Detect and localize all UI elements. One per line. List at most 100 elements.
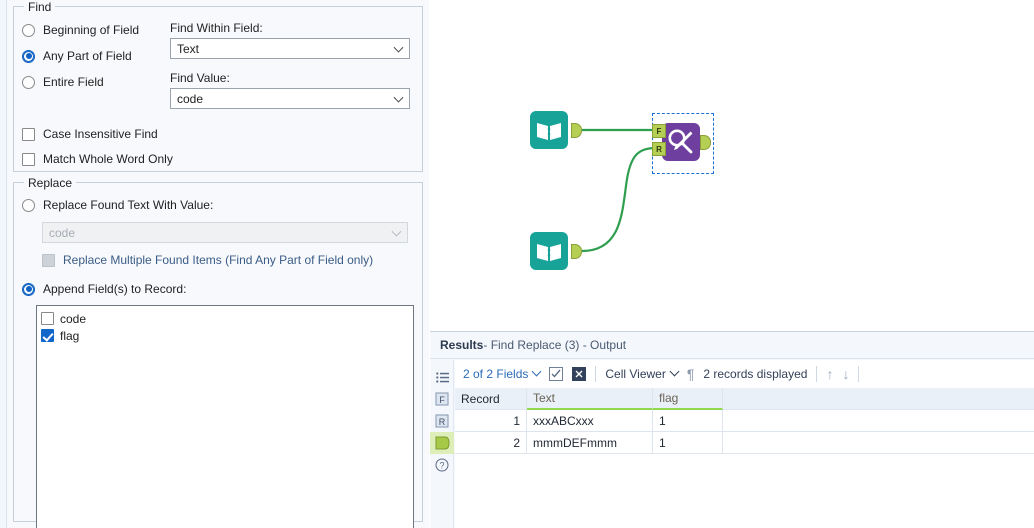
cell-text: mmmDEFmmm <box>527 432 653 454</box>
scroll-up-button[interactable]: ↑ <box>826 366 833 382</box>
help-icon[interactable]: ? <box>430 454 454 476</box>
listbox-item-code[interactable]: code <box>41 310 409 327</box>
radio-replace-found-text[interactable]: Replace Found Text With Value: <box>22 194 414 216</box>
cell-flag: 1 <box>653 410 723 432</box>
anchor-r-icon[interactable]: R <box>430 410 454 432</box>
node-find-replace[interactable]: F R <box>652 123 711 161</box>
table-row[interactable]: 2 mmmDEFmmm 1 <box>455 432 1034 454</box>
find-within-field-value: Text <box>177 41 200 56</box>
radio-entire-field[interactable]: Entire Field <box>22 71 170 93</box>
input-anchor-f[interactable]: F <box>652 124 666 138</box>
find-replace-icon <box>662 123 700 161</box>
results-subtitle: - Find Replace (3) - Output <box>483 338 627 352</box>
cell-viewer-selector[interactable]: Cell Viewer <box>605 366 680 381</box>
records-displayed-label: 2 records displayed <box>703 366 808 381</box>
scroll-down-button[interactable]: ↓ <box>842 366 849 382</box>
checkbox-match-whole-word-only[interactable]: Match Whole Word Only <box>22 148 414 170</box>
toolbar-separator <box>858 365 860 382</box>
checkbox-indicator <box>41 329 54 342</box>
node-text-input-2[interactable] <box>530 232 582 270</box>
column-header-flag[interactable]: flag <box>653 388 723 410</box>
find-value-combo[interactable]: code <box>170 88 410 109</box>
cell-flag: 1 <box>653 432 723 454</box>
alteryx-designer-window: Find Beginning of Field Any Part of Fiel… <box>0 0 1034 528</box>
cell-viewer-label: Cell Viewer <box>605 366 666 381</box>
checkbox-indicator <box>22 152 35 166</box>
find-within-field-label: Find Within Field: <box>170 21 263 35</box>
connection-2 <box>581 146 659 253</box>
replace-value-value: code <box>49 225 76 240</box>
grid-row-filler <box>723 410 1034 432</box>
radio-label: Append Field(s) to Record: <box>43 282 187 296</box>
append-fields-listbox[interactable]: code flag <box>36 305 414 528</box>
anchor-r-label: R <box>656 144 662 154</box>
anchor-f-glyph: F <box>435 392 449 406</box>
panel-edge-strip <box>0 0 7 528</box>
checkbox-case-insensitive-find[interactable]: Case Insensitive Find <box>22 123 414 145</box>
chevron-down-icon <box>393 42 404 53</box>
find-group-legend: Find <box>24 0 56 14</box>
anchor-f-icon[interactable]: F <box>430 388 454 410</box>
grid-header-row: Record Text flag <box>455 388 1034 410</box>
radio-label: Any Part of Field <box>43 49 132 63</box>
listbox-item-flag[interactable]: flag <box>41 327 409 344</box>
column-header-record[interactable]: Record <box>455 388 527 410</box>
radio-any-part-of-field[interactable]: Any Part of Field <box>22 45 170 67</box>
checkbox-replace-multiple-found-items: Replace Multiple Found Items (Find Any P… <box>42 249 414 271</box>
find-radio-column: Beginning of Field Any Part of Field Ent… <box>22 19 170 109</box>
chevron-down-icon <box>669 366 680 377</box>
chevron-down-icon <box>391 226 402 237</box>
fields-selector[interactable]: 2 of 2 Fields <box>463 366 542 381</box>
radio-beginning-of-field[interactable]: Beginning of Field <box>22 19 170 41</box>
checkbox-glyph <box>551 369 561 378</box>
configuration-panel-body: Find Beginning of Field Any Part of Fiel… <box>7 0 429 528</box>
radio-indicator <box>22 49 35 63</box>
find-columns: Beginning of Field Any Part of Field Ent… <box>22 19 414 109</box>
table-row[interactable]: 1 xxxABCxxx 1 <box>455 410 1034 432</box>
find-fields-column: Find Within Field: Text Find Value: code <box>170 19 414 109</box>
radio-append-fields-to-record[interactable]: Append Field(s) to Record: <box>22 278 414 300</box>
radio-label: Entire Field <box>43 75 104 89</box>
listbox-item-label: code <box>60 311 87 326</box>
deselect-all-fields-icon[interactable] <box>572 366 587 381</box>
listbox-item-label: flag <box>60 328 80 343</box>
text-input-glyph <box>537 243 561 261</box>
pilcrow-icon[interactable]: ¶ <box>687 366 695 382</box>
grid-header-filler <box>723 388 1034 410</box>
results-title: Results <box>440 338 484 352</box>
radio-label: Beginning of Field <box>43 23 140 37</box>
configuration-panel: Find Beginning of Field Any Part of Fiel… <box>0 0 429 528</box>
help-glyph: ? <box>435 458 449 472</box>
svg-text:R: R <box>439 417 446 427</box>
toolbar-separator <box>816 365 818 382</box>
find-group-inner: Beginning of Field Any Part of Field Ent… <box>14 7 422 180</box>
input-anchor-r[interactable]: R <box>652 142 666 156</box>
svg-text:?: ? <box>439 461 444 471</box>
select-all-fields-icon[interactable] <box>549 366 564 381</box>
cell-text: xxxABCxxx <box>527 410 653 432</box>
checkbox-label: Match Whole Word Only <box>43 152 173 166</box>
workflow-canvas[interactable]: F R <box>430 0 1034 331</box>
text-input-icon <box>530 111 568 149</box>
results-grid[interactable]: Record Text flag 1 xxxABCxxx 1 2 mmmDEFm… <box>455 388 1034 454</box>
toolbar-separator <box>595 365 597 382</box>
x-box-glyph <box>575 370 583 377</box>
results-header: Results - Find Replace (3) - Output <box>430 332 1034 359</box>
checkbox-indicator <box>42 253 55 267</box>
fields-selector-label: 2 of 2 Fields <box>463 366 529 381</box>
output-anchor-glyph <box>435 436 450 450</box>
results-anchor-rail: F R ? <box>430 360 454 528</box>
list-icon[interactable] <box>430 366 454 388</box>
chevron-down-icon <box>393 92 404 103</box>
replace-groupbox: Replace Replace Found Text With Value: c… <box>13 176 423 528</box>
replace-group-legend: Replace <box>24 176 77 190</box>
node-text-input-1[interactable] <box>530 111 582 149</box>
results-main: 2 of 2 Fields Cell Viewer ¶ 2 records di… <box>455 360 1034 528</box>
output-anchor-icon[interactable] <box>430 432 454 454</box>
radio-indicator <box>22 75 35 89</box>
radio-label: Replace Found Text With Value: <box>43 198 214 212</box>
find-within-field-combo[interactable]: Text <box>170 38 410 59</box>
checkbox-label: Replace Multiple Found Items (Find Any P… <box>63 253 374 267</box>
column-header-text[interactable]: Text <box>527 388 653 410</box>
find-value-label: Find Value: <box>170 71 230 85</box>
